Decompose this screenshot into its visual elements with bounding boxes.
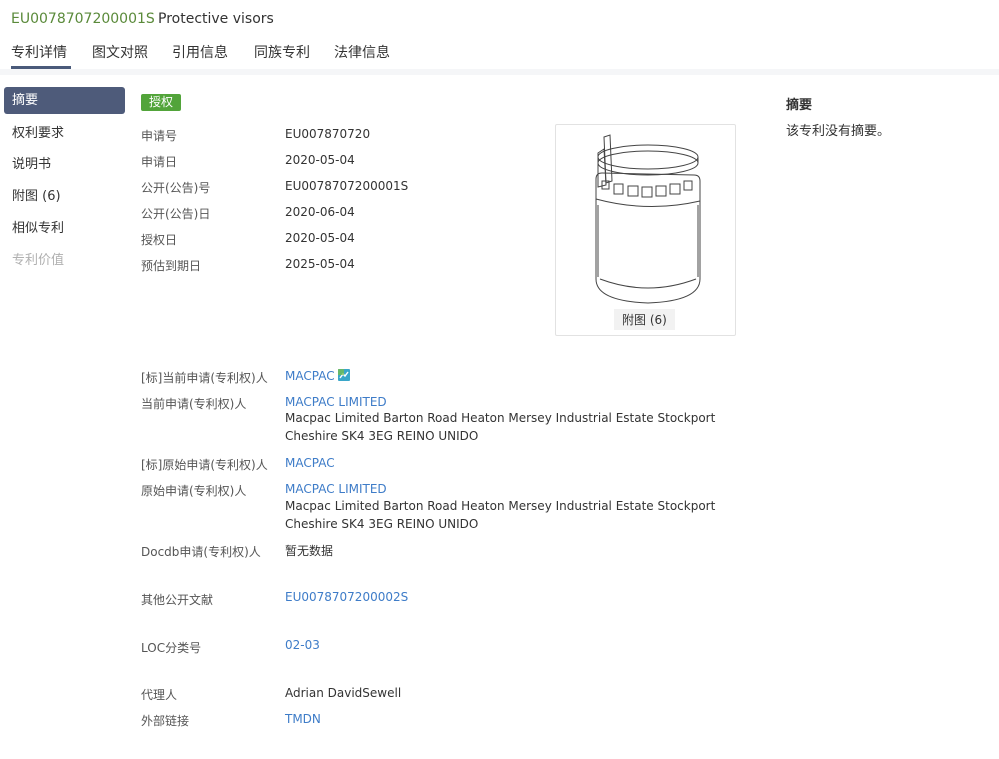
loc-class: 02-03	[285, 638, 320, 652]
original-applicant-link[interactable]: MACPAC LIMITED	[285, 482, 387, 496]
external-link: TMDN	[285, 712, 321, 726]
divider	[0, 69, 999, 75]
company-tag-icon[interactable]	[337, 369, 350, 381]
std-current-applicant-link[interactable]: MACPAC	[285, 369, 335, 383]
page-title: Protective visors	[158, 11, 274, 27]
other-publication: EU0078707200002S	[285, 590, 408, 604]
sidebar-item-claims[interactable]: 权利要求	[4, 120, 125, 147]
publication-number: EU0078707200001S	[285, 179, 409, 193]
tab-patent-details[interactable]: 专利详情	[11, 42, 67, 62]
tab-legal[interactable]: 法律信息	[334, 42, 390, 62]
current-applicant-address: Macpac Limited Barton Road Heaton Mersey…	[285, 409, 715, 445]
sidebar-item-description[interactable]: 说明书	[4, 151, 125, 178]
external-link-tmdn[interactable]: TMDN	[285, 712, 321, 726]
address-line: Macpac Limited Barton Road Heaton Mersey…	[285, 411, 716, 425]
agent: Adrian DavidSewell	[285, 686, 402, 700]
std-original-applicant-link[interactable]: MACPAC	[285, 456, 335, 470]
std-original-applicant: MACPAC	[285, 456, 335, 470]
original-applicant-address: Macpac Limited Barton Road Heaton Mersey…	[285, 497, 715, 533]
address-line: Macpac Limited Barton Road Heaton Mersey…	[285, 499, 716, 513]
agent-label: 代理人	[141, 688, 178, 702]
tab-family[interactable]: 同族专利	[254, 42, 310, 62]
doc-id: EU0078707200001S	[11, 11, 155, 27]
expiry-date: 2025-05-04	[285, 257, 355, 271]
tab-bar: 专利详情 图文对照 引用信息 同族专利 法律信息	[0, 42, 999, 70]
face-shield-drawing-icon	[595, 134, 701, 304]
publication-number-label: 公开(公告)号	[141, 181, 211, 195]
abstract-title: 摘要	[786, 98, 813, 113]
sidebar-item-abstract[interactable]: 摘要	[4, 87, 125, 114]
current-applicant-link[interactable]: MACPAC LIMITED	[285, 395, 387, 409]
loc-class-link[interactable]: 02-03	[285, 638, 320, 652]
application-date: 2020-05-04	[285, 153, 355, 167]
tab-citations[interactable]: 引用信息	[172, 42, 228, 62]
std-original-applicant-label: [标]原始申请(专利权)人	[141, 458, 268, 472]
tab-image-text[interactable]: 图文对照	[92, 42, 148, 62]
grant-date-label: 授权日	[141, 233, 178, 247]
sidebar-item-value: 专利价值	[12, 253, 65, 268]
docdb-applicant-label: Docdb申请(专利权)人	[141, 545, 261, 559]
other-publication-link[interactable]: EU0078707200002S	[285, 590, 408, 604]
publication-date: 2020-06-04	[285, 205, 355, 219]
figure-preview[interactable]: 附图 (6)	[555, 124, 736, 336]
application-number-label: 申请号	[141, 129, 178, 143]
application-date-label: 申请日	[141, 155, 178, 169]
current-applicant: MACPAC LIMITED	[285, 395, 387, 409]
address-line: Cheshire SK4 3EG REINO UNIDO	[285, 429, 479, 443]
publication-date-label: 公开(公告)日	[141, 207, 211, 221]
application-number: EU007870720	[285, 127, 371, 141]
status-badge: 授权	[141, 94, 182, 111]
std-current-applicant-label: [标]当前申请(专利权)人	[141, 371, 268, 385]
sidebar-item-figures[interactable]: 附图 (6)	[4, 183, 125, 210]
original-applicant-label: 原始申请(专利权)人	[141, 484, 247, 498]
address-line: Cheshire SK4 3EG REINO UNIDO	[285, 517, 479, 531]
expiry-date-label: 预估到期日	[141, 259, 202, 273]
current-applicant-label: 当前申请(专利权)人	[141, 397, 247, 411]
abstract-text: 该专利没有摘要。	[786, 124, 891, 139]
std-current-applicant: MACPAC	[285, 369, 350, 383]
external-link-label: 外部链接	[141, 714, 190, 728]
sidebar-item-similar[interactable]: 相似专利	[4, 215, 125, 242]
loc-class-label: LOC分类号	[141, 641, 202, 655]
other-publication-label: 其他公开文献	[141, 593, 214, 607]
grant-date: 2020-05-04	[285, 231, 355, 245]
page-header: EU0078707200001S Protective visors 专利详情 …	[0, 0, 999, 75]
figure-caption[interactable]: 附图 (6)	[614, 309, 675, 330]
original-applicant: MACPAC LIMITED	[285, 482, 387, 496]
docdb-applicant: 暂无数据	[285, 544, 334, 558]
